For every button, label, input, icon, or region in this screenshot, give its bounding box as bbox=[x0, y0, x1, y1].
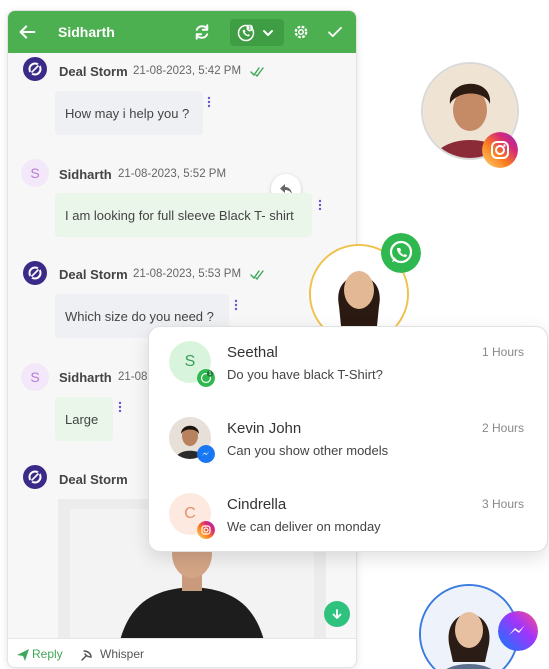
message-preview: Do you have black T-Shirt? bbox=[227, 367, 383, 382]
read-receipt-icon bbox=[250, 270, 264, 280]
agent-avatar bbox=[23, 465, 47, 489]
scroll-to-bottom-button[interactable] bbox=[324, 601, 350, 627]
message-text: How may i help you ? bbox=[65, 105, 190, 121]
message-timestamp: 21-08-2023, 5:42 PM bbox=[133, 65, 242, 77]
composer-tabs: Reply Whisper bbox=[8, 638, 356, 667]
message-time: 1 Hours bbox=[482, 345, 525, 359]
conversation-item[interactable]: S 1 Seethal Do you have black T-Shirt? 1… bbox=[149, 327, 547, 399]
messenger-icon bbox=[197, 445, 215, 463]
stage: Sidharth 1 Deal Storm 21-08-2023, 5:42 P… bbox=[0, 0, 549, 669]
message-sender: Sidharth bbox=[59, 167, 112, 182]
whisper-tab[interactable]: Whisper bbox=[100, 647, 144, 661]
brand-logo-icon bbox=[28, 470, 42, 484]
messenger-icon bbox=[498, 611, 538, 651]
whatsapp-icon bbox=[381, 233, 421, 273]
check-icon[interactable] bbox=[326, 23, 344, 41]
channel-selector[interactable]: 1 bbox=[230, 19, 284, 46]
message-timestamp: 21-08-2023, 5:53 PM bbox=[133, 268, 242, 280]
svg-text:1: 1 bbox=[209, 371, 212, 377]
contact-name: Seethal bbox=[227, 344, 278, 361]
more-options-icon[interactable] bbox=[118, 401, 122, 413]
instagram-badge bbox=[482, 132, 518, 168]
messenger-badge bbox=[498, 611, 538, 651]
message-time: 2 Hours bbox=[482, 421, 525, 435]
customer-avatar: S bbox=[21, 159, 49, 187]
gear-icon[interactable] bbox=[292, 23, 310, 41]
conversation-item[interactable]: Kevin John Can you show other models 2 H… bbox=[149, 403, 547, 475]
brand-logo-icon bbox=[28, 266, 42, 280]
back-arrow-icon[interactable] bbox=[16, 21, 38, 43]
message-bubble: Large bbox=[55, 397, 113, 441]
message-bubble: How may i help you ? bbox=[55, 91, 203, 135]
contact-name: Kevin John bbox=[227, 420, 302, 437]
more-options-icon[interactable] bbox=[318, 199, 322, 211]
message-timestamp: 21-08 bbox=[118, 371, 148, 383]
message-sender: Deal Storm bbox=[59, 472, 128, 487]
reply-tab[interactable]: Reply bbox=[32, 647, 63, 661]
brand-logo-icon bbox=[28, 62, 42, 76]
message-time: 3 Hours bbox=[482, 497, 525, 511]
message-timestamp: 21-08-2023, 5:52 PM bbox=[118, 168, 227, 180]
message-bubble: I am looking for full sleeve Black T- sh… bbox=[55, 193, 312, 237]
chevron-down-icon bbox=[263, 30, 273, 36]
svg-text:1: 1 bbox=[248, 26, 251, 32]
message-preview: Can you show other models bbox=[227, 443, 389, 458]
chat-contact-name: Sidharth bbox=[58, 24, 115, 40]
agent-avatar bbox=[23, 57, 47, 81]
refresh-icon[interactable] bbox=[193, 23, 211, 41]
instagram-icon bbox=[197, 521, 215, 539]
whatsapp-icon: 1 bbox=[237, 24, 255, 42]
more-options-icon[interactable] bbox=[207, 96, 211, 108]
chat-header: Sidharth 1 bbox=[8, 11, 356, 53]
message-text: Large bbox=[65, 411, 99, 427]
message-sender: Deal Storm bbox=[59, 64, 128, 79]
customer-avatar: S bbox=[21, 363, 49, 391]
message-text: I am looking for full sleeve Black T- sh… bbox=[65, 207, 294, 223]
arrow-down-icon bbox=[332, 609, 342, 619]
read-receipt-icon bbox=[250, 67, 264, 77]
whatsapp-badge bbox=[381, 233, 421, 273]
conversation-item[interactable]: C Cindrella We can deliver on monday 3 H… bbox=[149, 479, 547, 551]
send-reply-icon bbox=[17, 649, 29, 661]
conversation-list: S 1 Seethal Do you have black T-Shirt? 1… bbox=[148, 326, 548, 552]
message-preview: We can deliver on monday bbox=[227, 519, 381, 534]
more-options-icon[interactable] bbox=[234, 299, 238, 311]
whisper-icon bbox=[81, 650, 92, 661]
message-sender: Deal Storm bbox=[59, 267, 128, 282]
agent-avatar bbox=[23, 261, 47, 285]
instagram-icon bbox=[482, 132, 518, 168]
message-sender: Sidharth bbox=[59, 370, 112, 385]
contact-name: Cindrella bbox=[227, 496, 287, 513]
whatsapp-icon: 1 bbox=[197, 369, 215, 387]
message-text: Which size do you need ? bbox=[65, 308, 214, 324]
